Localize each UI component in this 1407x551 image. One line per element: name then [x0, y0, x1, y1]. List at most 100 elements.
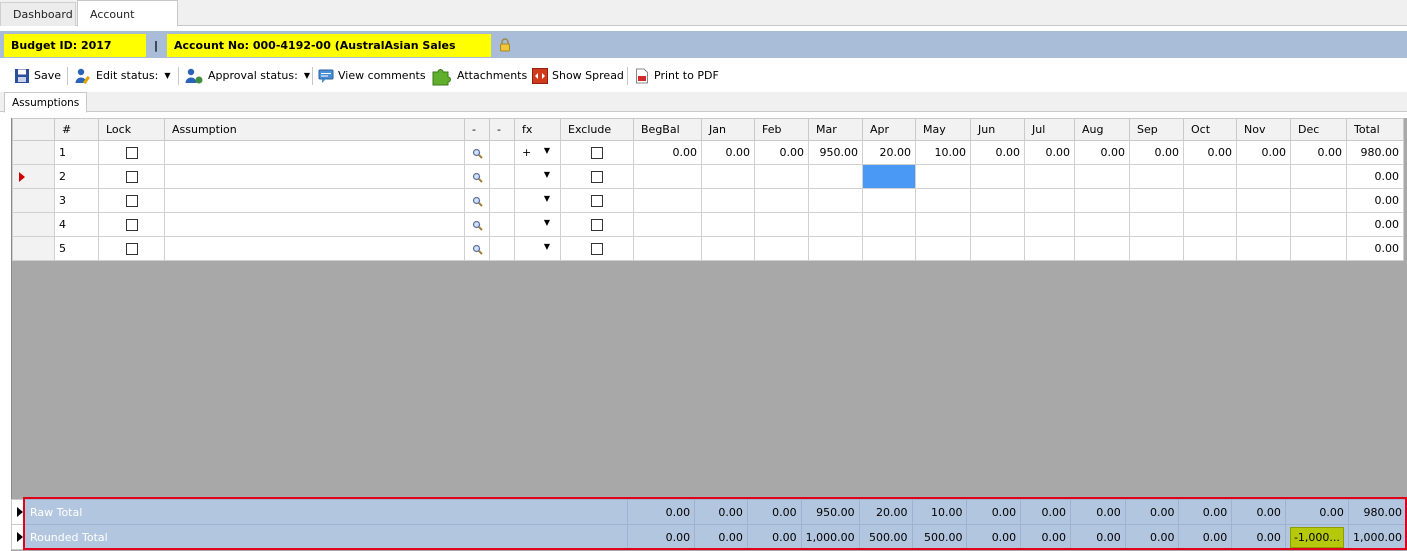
column-header[interactable]: Mar — [808, 118, 863, 141]
amount-cell[interactable] — [862, 164, 916, 189]
amount-cell[interactable] — [1183, 164, 1237, 189]
column-header[interactable]: Assumption — [164, 118, 465, 141]
tab-assumptions[interactable]: Assumptions — [4, 92, 88, 113]
table-row[interactable]: 4 ▼ 0.00 — [12, 212, 1404, 237]
assumption-cell[interactable] — [164, 212, 465, 237]
row-selector[interactable] — [12, 164, 55, 189]
table-row[interactable]: 3 ▼ 0.00 — [12, 188, 1404, 213]
fx-operator-cell[interactable]: ▼ — [514, 164, 561, 189]
fx-operator-cell[interactable]: ▼ — [514, 212, 561, 237]
amount-cell[interactable] — [633, 164, 702, 189]
amount-cell[interactable] — [701, 188, 755, 213]
column-header[interactable]: Jan — [701, 118, 755, 141]
amount-cell[interactable] — [808, 212, 863, 237]
column-header[interactable]: Total — [1346, 118, 1404, 141]
column-header[interactable]: Oct — [1183, 118, 1237, 141]
chevron-down-icon[interactable]: ▼ — [544, 218, 550, 227]
amount-cell[interactable] — [633, 236, 702, 261]
amount-cell[interactable] — [1236, 164, 1291, 189]
lock-checkbox[interactable] — [125, 219, 138, 231]
table-row[interactable]: 2 ▼ 0.00 — [12, 164, 1404, 189]
amount-cell[interactable]: 0.00 — [1290, 140, 1347, 165]
show-spread-button[interactable]: Show Spread — [532, 66, 624, 86]
amount-cell[interactable] — [1129, 236, 1184, 261]
column-header[interactable]: Aug — [1074, 118, 1130, 141]
amount-cell[interactable] — [701, 236, 755, 261]
amount-cell[interactable] — [808, 164, 863, 189]
amount-cell[interactable] — [1129, 212, 1184, 237]
amount-cell[interactable] — [862, 212, 916, 237]
amount-cell[interactable] — [1290, 188, 1347, 213]
amount-cell[interactable] — [1290, 212, 1347, 237]
amount-cell[interactable]: 0.00 — [1129, 140, 1184, 165]
amount-cell[interactable] — [1290, 236, 1347, 261]
column-header[interactable]: - — [489, 118, 515, 141]
amount-cell[interactable] — [1074, 164, 1130, 189]
column-header[interactable]: Lock — [98, 118, 165, 141]
table-row[interactable]: 1 + ▼ 0.00 0.00 0.00 950.00 20.00 10.00 0.00 0.00 0… — [12, 140, 1404, 165]
amount-cell[interactable] — [1024, 212, 1075, 237]
attachments-button[interactable]: Attachments — [431, 66, 527, 86]
amount-cell[interactable] — [1290, 164, 1347, 189]
amount-cell[interactable] — [808, 236, 863, 261]
amount-cell[interactable] — [754, 212, 809, 237]
assumption-cell[interactable] — [164, 236, 465, 261]
lock-checkbox[interactable] — [125, 171, 138, 183]
fx-operator-cell[interactable]: + ▼ — [514, 140, 561, 165]
row-selector[interactable] — [12, 188, 55, 213]
amount-cell[interactable]: 0.00 — [1183, 140, 1237, 165]
chevron-down-icon[interactable]: ▼ — [544, 194, 550, 203]
row-selector[interactable] — [11, 524, 24, 550]
amount-cell[interactable] — [1074, 236, 1130, 261]
amount-cell[interactable]: 950.00 — [808, 140, 863, 165]
amount-cell[interactable] — [1074, 188, 1130, 213]
amount-cell[interactable] — [1074, 212, 1130, 237]
approval-status-dropdown[interactable]: Approval status: ▼ — [184, 66, 310, 86]
amount-cell[interactable]: 0.00 — [754, 140, 809, 165]
column-header[interactable]: - — [464, 118, 490, 141]
row-selector[interactable] — [11, 499, 24, 525]
exclude-checkbox[interactable] — [591, 171, 603, 183]
amount-cell[interactable] — [701, 164, 755, 189]
amount-cell[interactable]: 20.00 — [862, 140, 916, 165]
column-header[interactable]: Sep — [1129, 118, 1184, 141]
amount-cell[interactable] — [915, 212, 971, 237]
amount-cell[interactable] — [915, 188, 971, 213]
amount-cell[interactable] — [1129, 164, 1184, 189]
magnifier-icon[interactable] — [472, 196, 483, 207]
amount-cell[interactable] — [970, 188, 1025, 213]
lock-checkbox[interactable] — [125, 243, 138, 255]
assumption-cell[interactable] — [164, 164, 465, 189]
amount-cell[interactable]: 0.00 — [1074, 140, 1130, 165]
amount-cell[interactable] — [915, 236, 971, 261]
view-comments-button[interactable]: View comments — [318, 66, 426, 86]
column-header[interactable]: Jun — [970, 118, 1025, 141]
fx-operator-cell[interactable]: ▼ — [514, 188, 561, 213]
amount-cell[interactable]: 0.00 — [1024, 140, 1075, 165]
column-header[interactable]: Apr — [862, 118, 916, 141]
save-button[interactable]: Save — [14, 66, 61, 86]
column-header[interactable]: Dec — [1290, 118, 1347, 141]
row-selector[interactable] — [12, 140, 55, 165]
padlock-icon[interactable] — [497, 37, 513, 53]
row-selector[interactable] — [12, 236, 55, 261]
amount-cell[interactable] — [754, 188, 809, 213]
column-header[interactable]: May — [915, 118, 971, 141]
amount-cell[interactable] — [1236, 212, 1291, 237]
column-header[interactable]: Exclude — [560, 118, 634, 141]
magnifier-icon[interactable] — [472, 244, 483, 255]
column-header[interactable]: fx — [514, 118, 561, 141]
magnifier-icon[interactable] — [472, 172, 483, 183]
amount-cell[interactable] — [1183, 236, 1237, 261]
amount-cell[interactable] — [1024, 188, 1075, 213]
amount-cell[interactable] — [1236, 236, 1291, 261]
magnifier-icon[interactable] — [472, 220, 483, 231]
exclude-checkbox[interactable] — [591, 195, 603, 207]
amount-cell[interactable] — [1024, 236, 1075, 261]
amount-cell[interactable] — [970, 164, 1025, 189]
chevron-down-icon[interactable]: ▼ — [544, 242, 550, 251]
column-header[interactable]: Nov — [1236, 118, 1291, 141]
amount-cell[interactable]: 10.00 — [915, 140, 971, 165]
table-row[interactable]: 5 ▼ 0.00 — [12, 236, 1404, 261]
edit-status-dropdown[interactable]: Edit status: ▼ — [74, 66, 170, 86]
